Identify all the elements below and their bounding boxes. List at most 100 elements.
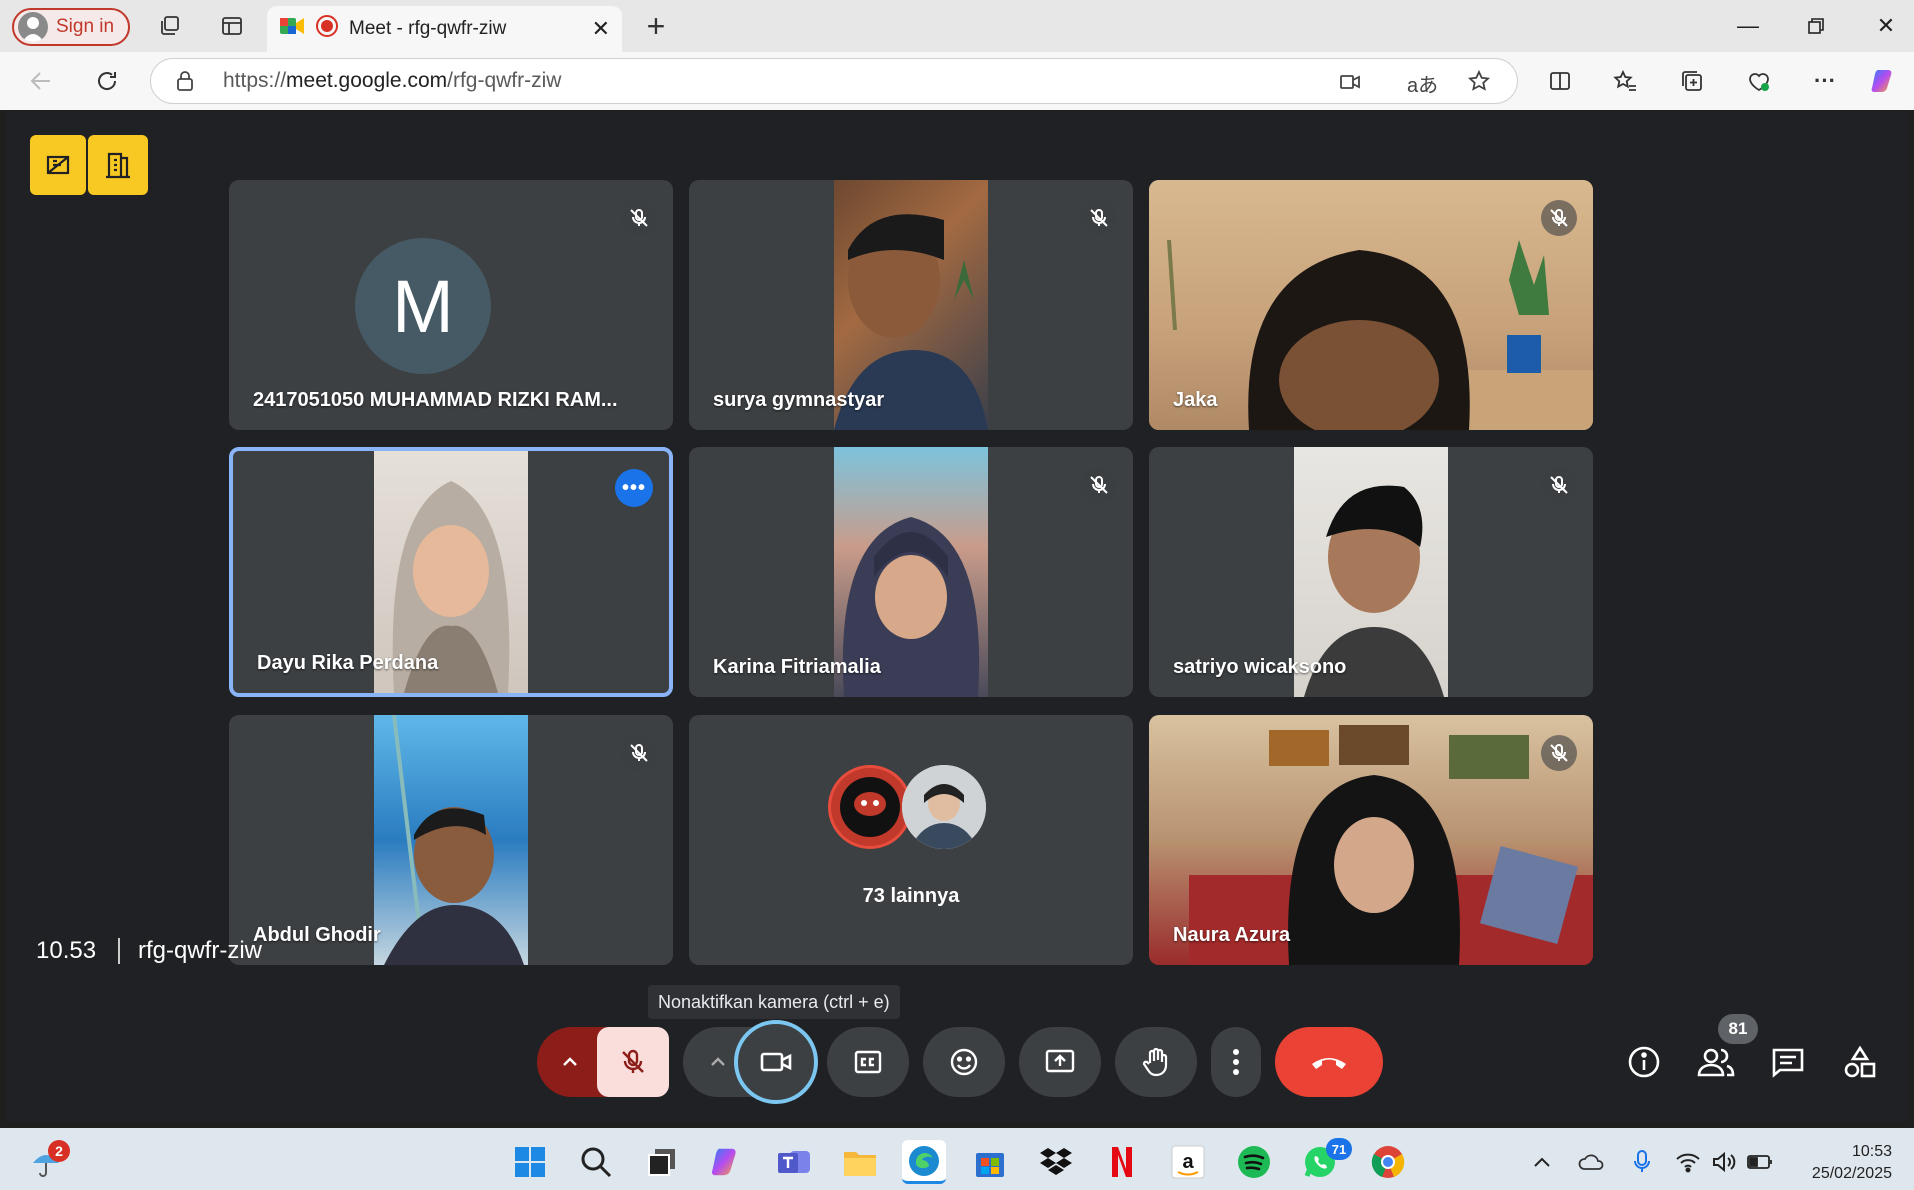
- url-host: meet.google.com: [286, 69, 448, 92]
- participant-tile[interactable]: M 2417051050 MUHAMMAD RIZKI RAM...: [229, 180, 673, 430]
- participant-count-badge: 81: [1718, 1014, 1758, 1044]
- camera-tooltip: Nonaktifkan kamera (ctrl + e): [648, 985, 900, 1019]
- participant-name: Jaka: [1173, 389, 1218, 411]
- url-scheme: https://: [223, 69, 287, 92]
- favorites-icon[interactable]: [1610, 66, 1640, 96]
- captions-button[interactable]: [827, 1027, 909, 1097]
- chat-icon[interactable]: [1768, 1042, 1808, 1082]
- participant-video: [374, 715, 528, 965]
- url-field[interactable]: https://meet.google.com/rfg-qwfr-ziw aあ: [150, 58, 1518, 104]
- participant-tile[interactable]: surya gymnastyar: [689, 180, 1133, 430]
- participant-name: Karina Fitriamalia: [713, 656, 881, 678]
- restore-icon[interactable]: [1796, 10, 1836, 42]
- wifi-icon[interactable]: [1670, 1140, 1706, 1184]
- leave-call-button[interactable]: [1275, 1027, 1383, 1097]
- file-explorer-icon[interactable]: [838, 1140, 882, 1184]
- participant-name: Abdul Ghodir: [253, 924, 381, 946]
- people-icon[interactable]: [1696, 1042, 1736, 1082]
- browser-essentials-icon[interactable]: [1744, 66, 1774, 96]
- tab-actions-icon[interactable]: [218, 12, 246, 40]
- dropbox-icon[interactable]: [1034, 1140, 1078, 1184]
- system-date: 25/02/2025: [1811, 1165, 1892, 1182]
- muted-mic-icon: [621, 200, 657, 236]
- muted-mic-icon: [1541, 467, 1577, 503]
- close-tab-icon[interactable]: ✕: [592, 16, 610, 42]
- volume-icon[interactable]: [1706, 1140, 1742, 1184]
- teams-icon[interactable]: [772, 1140, 816, 1184]
- chevron-up-icon[interactable]: [1522, 1140, 1562, 1184]
- microsoft-store-icon[interactable]: [968, 1140, 1012, 1184]
- copilot-icon[interactable]: [1870, 66, 1900, 96]
- activities-icon[interactable]: [1840, 1042, 1880, 1082]
- hide-self-view-button[interactable]: [30, 135, 86, 195]
- tab-strip: Sign in Meet - rfg-qwfr-ziw ✕ + — ✕: [0, 0, 1914, 52]
- reactions-button[interactable]: [923, 1027, 1005, 1097]
- new-tab-icon[interactable]: +: [640, 10, 672, 42]
- sign-in-button[interactable]: Sign in: [12, 8, 130, 46]
- others-tile[interactable]: 73 lainnya: [689, 715, 1133, 965]
- netflix-icon[interactable]: [1100, 1140, 1144, 1184]
- meet-logo-icon: [279, 15, 305, 43]
- present-screen-button[interactable]: [1019, 1027, 1101, 1097]
- tab-meet[interactable]: Meet - rfg-qwfr-ziw ✕: [267, 6, 622, 52]
- meeting-time: 10.53: [36, 937, 97, 964]
- system-clock[interactable]: 10:53 25/02/2025: [1812, 1141, 1892, 1185]
- start-menu-icon[interactable]: [508, 1140, 552, 1184]
- close-window-icon[interactable]: ✕: [1866, 10, 1906, 42]
- avatar: [828, 765, 912, 849]
- raise-hand-button[interactable]: [1115, 1027, 1197, 1097]
- participant-tile-active[interactable]: ••• Dayu Rika Perdana: [229, 447, 673, 697]
- muted-mic-icon: [621, 735, 657, 771]
- workspaces-icon[interactable]: [156, 12, 184, 40]
- onedrive-icon[interactable]: [1572, 1140, 1612, 1184]
- participant-tile[interactable]: Karina Fitriamalia: [689, 447, 1133, 697]
- microphone-tray-icon[interactable]: [1622, 1140, 1662, 1184]
- task-view-icon[interactable]: [640, 1140, 684, 1184]
- amazon-icon[interactable]: a: [1166, 1140, 1210, 1184]
- divider: [118, 938, 120, 964]
- recording-icon: [315, 14, 339, 44]
- battery-icon[interactable]: [1742, 1140, 1778, 1184]
- muted-mic-icon: [1541, 200, 1577, 236]
- meet-stage: M 2417051050 MUHAMMAD RIZKI RAM... surya…: [6, 111, 1908, 1122]
- more-options-button[interactable]: •••: [615, 469, 653, 507]
- participant-tile[interactable]: Abdul Ghodir: [229, 715, 673, 965]
- collections-icon[interactable]: [1677, 66, 1707, 96]
- camera-in-use-icon[interactable]: [1339, 71, 1361, 99]
- chrome-icon[interactable]: [1366, 1140, 1410, 1184]
- participant-tile[interactable]: satriyo wicaksono: [1149, 447, 1593, 697]
- refresh-icon[interactable]: [92, 66, 122, 96]
- microphone-toggle-button[interactable]: [597, 1027, 669, 1097]
- participant-tile[interactable]: Naura Azura: [1149, 715, 1593, 965]
- participant-name: Dayu Rika Perdana: [257, 652, 439, 674]
- copilot-app-icon[interactable]: [706, 1140, 750, 1184]
- search-icon[interactable]: [574, 1140, 618, 1184]
- participant-name: 2417051050 MUHAMMAD RIZKI RAM...: [253, 389, 618, 411]
- system-time: 10:53: [1851, 1143, 1892, 1160]
- sign-in-label: Sign in: [56, 16, 115, 37]
- more-options-button[interactable]: [1211, 1027, 1261, 1097]
- read-aloud-icon[interactable]: aあ: [1407, 69, 1438, 98]
- minimize-icon[interactable]: —: [1728, 10, 1768, 42]
- participant-name: Naura Azura: [1173, 924, 1291, 946]
- weather-badge: 2: [48, 1140, 70, 1162]
- more-options-icon[interactable]: ···: [1810, 66, 1840, 96]
- tab-title: Meet - rfg-qwfr-ziw: [349, 18, 507, 39]
- companion-mode-button[interactable]: [88, 135, 148, 195]
- address-bar: https://meet.google.com/rfg-qwfr-ziw aあ …: [0, 52, 1914, 110]
- lock-icon[interactable]: [175, 70, 195, 98]
- participant-name: surya gymnastyar: [713, 389, 885, 411]
- profile-icon: [18, 12, 48, 42]
- meeting-details-icon[interactable]: [1624, 1042, 1664, 1082]
- back-icon[interactable]: [26, 66, 56, 96]
- spotify-icon[interactable]: [1232, 1140, 1276, 1184]
- url-path: /rfg-qwfr-ziw: [447, 69, 562, 92]
- edge-icon[interactable]: [902, 1140, 946, 1184]
- avatar: [902, 765, 986, 849]
- muted-mic-icon: [1081, 467, 1117, 503]
- participant-tile[interactable]: Jaka: [1149, 180, 1593, 430]
- split-screen-icon[interactable]: [1545, 66, 1575, 96]
- camera-toggle-button[interactable]: [734, 1020, 818, 1104]
- favorite-star-icon[interactable]: [1467, 69, 1491, 99]
- whatsapp-badge: 71: [1326, 1138, 1352, 1160]
